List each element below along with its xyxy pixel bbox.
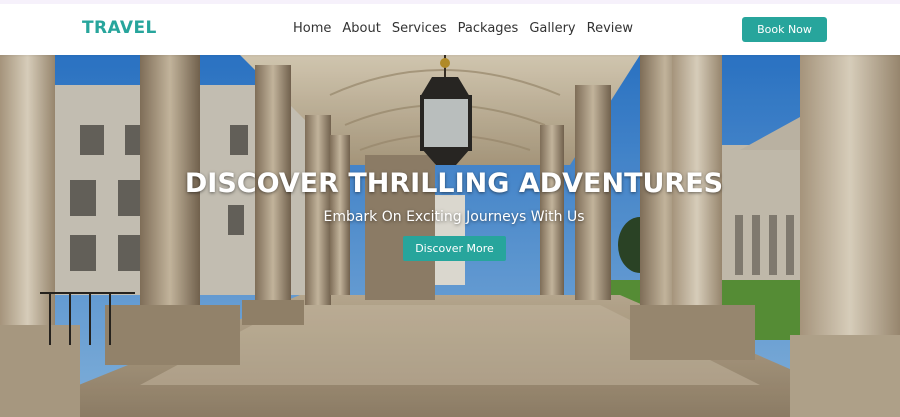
nav-link-review[interactable]: Review [587,21,633,36]
nav-link-services[interactable]: Services [392,21,447,36]
nav-link-home[interactable]: Home [293,21,331,36]
hero-section: DISCOVER THRILLING ADVENTURES Embark On … [0,55,900,417]
nav-link-gallery[interactable]: Gallery [529,21,575,36]
main-nav: Home About Services Packages Gallery Rev… [293,21,633,36]
nav-link-about[interactable]: About [342,21,380,36]
brand-logo[interactable]: TRAVEL [82,18,157,38]
nav-link-packages[interactable]: Packages [458,21,519,36]
hero-title: DISCOVER THRILLING ADVENTURES [184,168,724,199]
discover-more-button[interactable]: Discover More [403,236,506,261]
hero-subtitle: Embark On Exciting Journeys With Us [323,209,585,225]
navbar: TRAVEL Home About Services Packages Gall… [0,0,900,55]
book-now-button[interactable]: Book Now [742,17,827,42]
